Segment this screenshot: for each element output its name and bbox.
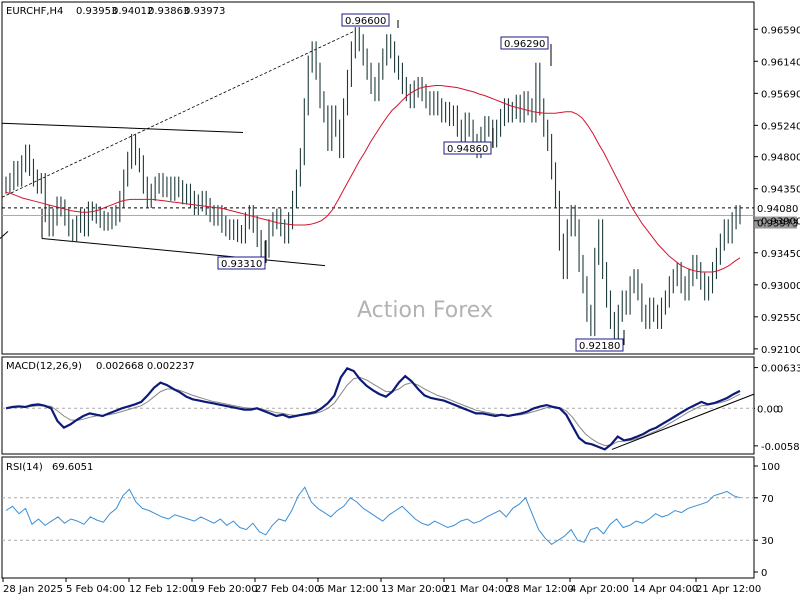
price-y-tick-label: 0.93900 — [761, 217, 800, 228]
chart-root: EURCHF,H4 0.93953 0.94012 0.93863 0.9397… — [0, 0, 800, 600]
price-y-tick-label: 0.93000 — [761, 281, 800, 292]
rsi-y-tick-label: 100 — [761, 462, 780, 473]
time-tick-label: 5 Feb 04:00 — [66, 584, 125, 595]
rsi-line — [5, 486, 741, 546]
macd-main-line — [5, 367, 741, 451]
macd-title: MACD(12,26,9) — [6, 361, 82, 372]
price-y-tick-label: 0.94800 — [761, 153, 800, 164]
price-tags: 0.940800.93973 — [2, 201, 798, 230]
time-tick-label: 4 Apr 20:00 — [570, 584, 629, 595]
rsi-y-axis: 100 70 30 0 — [754, 462, 780, 579]
time-tick-label: 21 Mar 04:00 — [444, 584, 511, 595]
moving-average-line — [5, 85, 741, 273]
rsi-title: RSI(14) — [6, 462, 43, 473]
moving-average — [5, 85, 741, 273]
rising-dotted-trendline — [1, 30, 356, 198]
rsi-y-tick-label: 30 — [761, 536, 774, 547]
time-tick-label: 28 Jan 2025 — [3, 584, 63, 595]
price-y-tick-label: 0.95690 — [761, 89, 800, 100]
upper-channel-line — [1, 122, 244, 133]
macd-trendline — [611, 393, 755, 450]
annotation-label: 0.92180 — [579, 341, 620, 352]
macd-lines — [5, 367, 755, 451]
price-bars — [5, 27, 741, 344]
price-y-tick-label: 0.95240 — [761, 121, 800, 132]
symbol-label: EURCHF,H4 — [6, 6, 63, 17]
chart-svg: EURCHF,H4 0.93953 0.94012 0.93863 0.9397… — [0, 1, 800, 595]
rsi-y-tick-label: 0 — [761, 568, 767, 579]
macd-values: 0.002668 0.002237 — [96, 361, 195, 372]
time-tick-label: 21 Apr 12:00 — [696, 584, 761, 595]
price-y-tick-label: 0.96590 — [761, 25, 800, 36]
macd-y-tick-label: 0.006332 — [761, 364, 800, 375]
time-axis: 28 Jan 2025 5 Feb 04:00 12 Feb 12:0019 Feb… — [2, 578, 761, 595]
lower-channel-line — [41, 238, 326, 267]
rsi-levels — [2, 497, 754, 541]
time-tick-label: 14 Apr 04:00 — [633, 584, 698, 595]
price-y-tick-label: 0.93450 — [761, 249, 800, 260]
price-y-tick-label: 0.92550 — [761, 313, 800, 324]
time-tick-label: 27 Feb 04:00 — [255, 584, 321, 595]
rsi-value: 69.6051 — [52, 462, 93, 473]
time-tick-label: 28 Mar 12:00 — [507, 584, 574, 595]
macd-y-tick-label: -0.005845 — [761, 442, 800, 453]
time-tick-label: 12 Feb 12:00 — [129, 584, 195, 595]
annotation-label: 0.96290 — [504, 39, 545, 50]
ohlc-close: 0.93973 — [184, 6, 225, 17]
left-edge-line — [0, 231, 9, 239]
price-y-tick-label: 0.94350 — [761, 185, 800, 196]
time-tick-label: 6 Mar 12:00 — [318, 584, 378, 595]
watermark: Action Forex — [357, 298, 493, 323]
time-tick-label: 13 Mar 20:00 — [381, 584, 448, 595]
price-tag-label: 0.94080 — [757, 204, 798, 215]
macd-zero-label: 0.00 — [757, 404, 779, 415]
price-y-axis: 0.96590 0.96140 0.95690 0.95240 0.94800 0.943… — [754, 25, 800, 356]
rsi-y-tick-label: 70 — [761, 494, 774, 505]
annotation-label: 0.94860 — [447, 144, 488, 155]
annotation-label: 0.93310 — [221, 259, 262, 270]
annotation-label: 0.96600 — [345, 16, 386, 27]
time-tick-label: 19 Feb 20:00 — [192, 584, 258, 595]
macd-y-axis: 0.0063320.00-0.0058450.00 — [754, 364, 800, 453]
rsi-line-path — [5, 486, 741, 546]
price-y-tick-label: 0.92100 — [761, 345, 800, 356]
price-y-tick-label: 0.96140 — [761, 57, 800, 68]
